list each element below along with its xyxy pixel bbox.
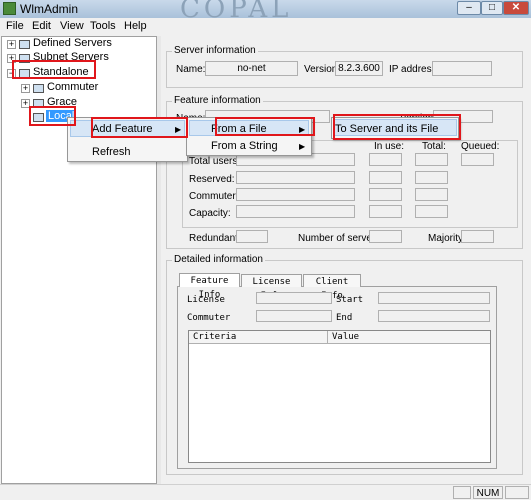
- minimize-button[interactable]: –: [457, 1, 481, 15]
- menu-tools[interactable]: Tools: [90, 20, 116, 32]
- capacity-in-use: [369, 205, 402, 218]
- start-field: [378, 292, 490, 304]
- server-info-title: Server information: [172, 45, 258, 56]
- majority-field: [461, 230, 494, 243]
- total-users-total: [415, 153, 448, 166]
- reserved-in-use: [369, 171, 402, 184]
- window-title: WlmAdmin: [20, 2, 79, 16]
- menu-item-refresh[interactable]: Refresh: [92, 146, 131, 158]
- computer-icon: [33, 84, 44, 93]
- commuter-total: [415, 188, 448, 201]
- reserved-bar: [236, 171, 355, 184]
- detailed-info-title: Detailed information: [172, 254, 265, 265]
- value-column-header[interactable]: Value: [332, 332, 359, 342]
- reserved-total: [415, 171, 448, 184]
- menu-help[interactable]: Help: [124, 20, 147, 32]
- queued-header: Queued:: [461, 141, 500, 152]
- in-use-header: In use:: [374, 141, 405, 152]
- annotation-box-local: [29, 106, 76, 126]
- annotation-box-to-server: [333, 114, 461, 140]
- start-label: Start: [336, 295, 364, 305]
- commuter-detail-field: [256, 310, 332, 322]
- total-header: Total:: [422, 141, 446, 152]
- column-divider[interactable]: [327, 331, 328, 343]
- redundant-label: Redundant:: [189, 233, 241, 244]
- app-icon: [3, 2, 16, 15]
- title-background-image: COPAL: [180, 0, 293, 18]
- tab-feature-info[interactable]: Feature Info: [179, 273, 240, 300]
- menu-view[interactable]: View: [60, 20, 84, 32]
- menu-file[interactable]: File: [6, 20, 24, 32]
- annotation-box-from-a-file: [215, 117, 315, 136]
- close-button[interactable]: ✕: [503, 1, 529, 15]
- end-field: [378, 310, 490, 322]
- annotation-box-standalone: [12, 60, 96, 79]
- total-users-queued: [461, 153, 494, 166]
- server-version-field: 8.2.3.600: [335, 61, 383, 76]
- annotation-box-add-feature: [91, 117, 188, 138]
- status-bar: [0, 484, 531, 500]
- total-users-label: Total users:: [189, 156, 241, 167]
- redundant-field: [236, 230, 268, 243]
- tab-client-info[interactable]: Client Info: [303, 274, 361, 301]
- tab-license-info[interactable]: License Info: [241, 274, 302, 301]
- menu-item-from-a-string[interactable]: From a String: [211, 140, 278, 152]
- maximize-button[interactable]: □: [481, 1, 503, 15]
- commuter-label: Commuter:: [189, 191, 239, 202]
- feature-info-title: Feature information: [172, 95, 263, 106]
- status-cell-empty: [453, 486, 471, 499]
- submenu-arrow-icon: ▶: [299, 142, 306, 151]
- tree-item-defined-servers[interactable]: Defined Servers: [33, 37, 112, 49]
- end-label: End: [336, 313, 353, 323]
- server-name-label: Name:: [176, 64, 206, 75]
- server-name-field: no-net: [205, 61, 298, 76]
- commuter-bar: [236, 188, 355, 201]
- menu-bar: File Edit View Tools Help: [0, 18, 531, 36]
- license-field: [256, 292, 332, 304]
- criteria-list[interactable]: [188, 330, 491, 463]
- capacity-total: [415, 205, 448, 218]
- ip-address-field: [432, 61, 492, 76]
- commuter-in-use: [369, 188, 402, 201]
- total-users-in-use: [369, 153, 402, 166]
- expand-icon[interactable]: +: [7, 40, 16, 49]
- server-group-icon: [19, 40, 30, 49]
- commuter-detail-label: Commuter: [187, 313, 231, 323]
- reserved-label: Reserved:: [189, 174, 235, 185]
- status-cell-empty: [505, 486, 529, 499]
- criteria-column-header[interactable]: Criteria: [193, 332, 236, 342]
- capacity-bar: [236, 205, 355, 218]
- tree-item-commuter[interactable]: Commuter: [47, 81, 98, 93]
- capacity-label: Capacity:: [189, 208, 231, 219]
- number-of-servers-field: [369, 230, 402, 243]
- license-label: License: [187, 295, 225, 305]
- expand-icon[interactable]: +: [21, 84, 30, 93]
- num-lock-indicator: NUM: [473, 486, 503, 499]
- menu-edit[interactable]: Edit: [32, 20, 51, 32]
